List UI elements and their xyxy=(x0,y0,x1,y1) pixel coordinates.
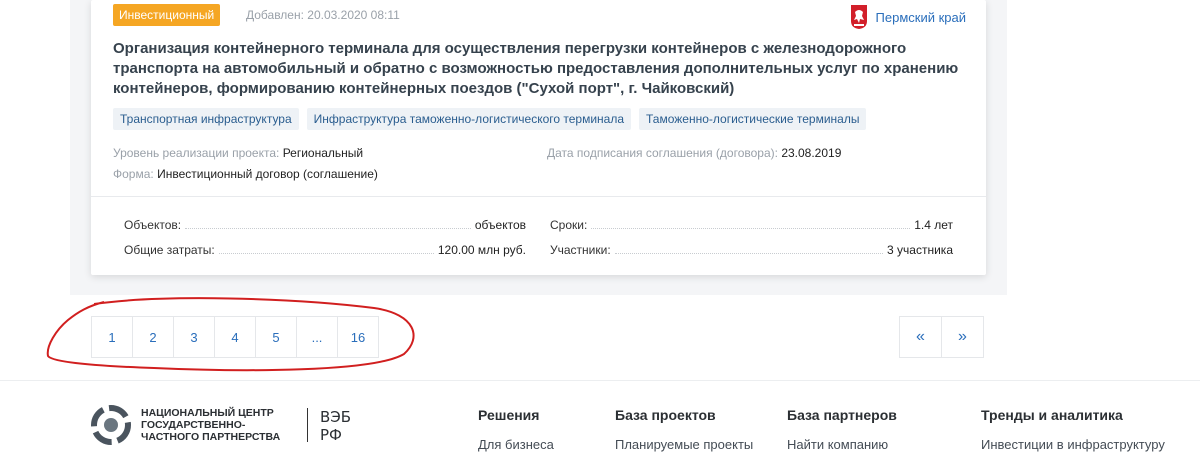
agreement-date: Дата подписания соглашения (договора): 2… xyxy=(547,146,841,160)
footer-column-partners: База партнеров Найти компанию xyxy=(787,407,897,452)
project-type-badge: Инвестиционный xyxy=(113,4,221,26)
footer-link[interactable]: Для бизнеса xyxy=(478,437,554,452)
tag-list: Транспортная инфраструктура Инфраструкту… xyxy=(113,108,867,130)
page-button-last[interactable]: 16 xyxy=(337,316,379,358)
implementation-level-label: Уровень реализации проекта: xyxy=(113,146,280,160)
stat-costs: Общие затраты: 120.00 млн руб. xyxy=(124,241,526,257)
page-button-4[interactable]: 4 xyxy=(214,316,256,358)
leader-dots xyxy=(614,253,884,254)
agreement-date-label: Дата подписания соглашения (договора): xyxy=(547,146,778,160)
implementation-level: Уровень реализации проекта: Региональный xyxy=(113,146,363,160)
stat-participants-value: 3 участника xyxy=(887,243,953,257)
footer-heading[interactable]: Решения xyxy=(478,407,554,423)
region-link[interactable]: Пермский край xyxy=(850,2,966,32)
footer-heading[interactable]: База партнеров xyxy=(787,407,897,423)
footer-column-analytics: Тренды и аналитика Инвестиции в инфрастр… xyxy=(981,407,1165,452)
footer-logo[interactable]: Национальный центр государственно-частно… xyxy=(91,405,366,445)
page-ellipsis[interactable]: ... xyxy=(296,316,338,358)
page-button-2[interactable]: 2 xyxy=(132,316,174,358)
page-button-5[interactable]: 5 xyxy=(255,316,297,358)
footer-heading[interactable]: Тренды и аналитика xyxy=(981,407,1165,423)
project-title[interactable]: Организация контейнерного терминала для … xyxy=(113,39,973,99)
footer-column-solutions: Решения Для бизнеса xyxy=(478,407,554,452)
project-form-label: Форма: xyxy=(113,167,154,181)
stat-terms-label: Сроки: xyxy=(550,218,588,232)
added-date: Добавлен: 20.03.2020 08:11 xyxy=(246,8,400,22)
project-card-header: Инвестиционный Добавлен: 20.03.2020 08:1… xyxy=(91,0,986,195)
next-page-button[interactable]: » xyxy=(941,316,984,358)
stat-costs-value: 120.00 млн руб. xyxy=(437,243,526,257)
page-arrows: « » xyxy=(899,316,984,358)
prev-page-button[interactable]: « xyxy=(899,316,942,358)
agreement-date-value: 23.08.2019 xyxy=(781,146,842,160)
stat-objects-label: Объектов: xyxy=(124,218,182,232)
footer-link[interactable]: Инвестиции в инфраструктуру xyxy=(981,437,1165,452)
project-stats: Объектов: объектов Сроки: 1.4 лет Общие … xyxy=(91,196,986,275)
footer-link[interactable]: Найти компанию xyxy=(787,437,897,452)
implementation-level-value: Региональный xyxy=(282,146,364,160)
logo-divider xyxy=(307,408,308,442)
leader-dots xyxy=(591,228,911,229)
project-form-value: Инвестиционный договор (соглашение) xyxy=(157,167,378,181)
svg-text:ВЭБ: ВЭБ xyxy=(320,408,351,426)
footer-column-projects: База проектов Планируемые проекты xyxy=(615,407,753,452)
tag-item[interactable]: Инфраструктура таможенно-логистического … xyxy=(306,108,632,130)
svg-text:РФ: РФ xyxy=(320,426,342,443)
stat-participants-label: Участники: xyxy=(550,243,611,257)
leader-dots xyxy=(185,228,471,229)
stat-objects-value: объектов xyxy=(474,218,526,232)
footer-link[interactable]: Планируемые проекты xyxy=(615,437,753,452)
ncgcp-logo-icon xyxy=(91,405,131,445)
stat-costs-label: Общие затраты: xyxy=(124,243,215,257)
stat-objects: Объектов: объектов xyxy=(124,216,526,232)
stat-terms-value: 1.4 лет xyxy=(914,218,953,232)
stat-terms: Сроки: 1.4 лет xyxy=(550,216,953,232)
tag-item[interactable]: Транспортная инфраструктура xyxy=(113,108,299,130)
project-form: Форма: Инвестиционный договор (соглашени… xyxy=(113,167,378,181)
stat-participants: Участники: 3 участника xyxy=(550,241,953,257)
page-number-list: 1 2 3 4 5 ... 16 xyxy=(91,316,379,358)
site-footer: Национальный центр государственно-частно… xyxy=(0,380,1200,452)
tag-item[interactable]: Таможенно-логистические терминалы xyxy=(639,108,867,130)
page-button-1[interactable]: 1 xyxy=(91,316,133,358)
logo-text: Национальный центр государственно-частно… xyxy=(141,407,281,443)
footer-heading[interactable]: База проектов xyxy=(615,407,753,423)
veb-rf-logo-icon: ВЭБ РФ xyxy=(320,408,351,443)
region-name[interactable]: Пермский край xyxy=(876,10,966,25)
leader-dots xyxy=(218,253,434,254)
page-button-3[interactable]: 3 xyxy=(173,316,215,358)
region-emblem-icon xyxy=(850,5,867,29)
project-card[interactable]: Инвестиционный Добавлен: 20.03.2020 08:1… xyxy=(91,0,986,275)
